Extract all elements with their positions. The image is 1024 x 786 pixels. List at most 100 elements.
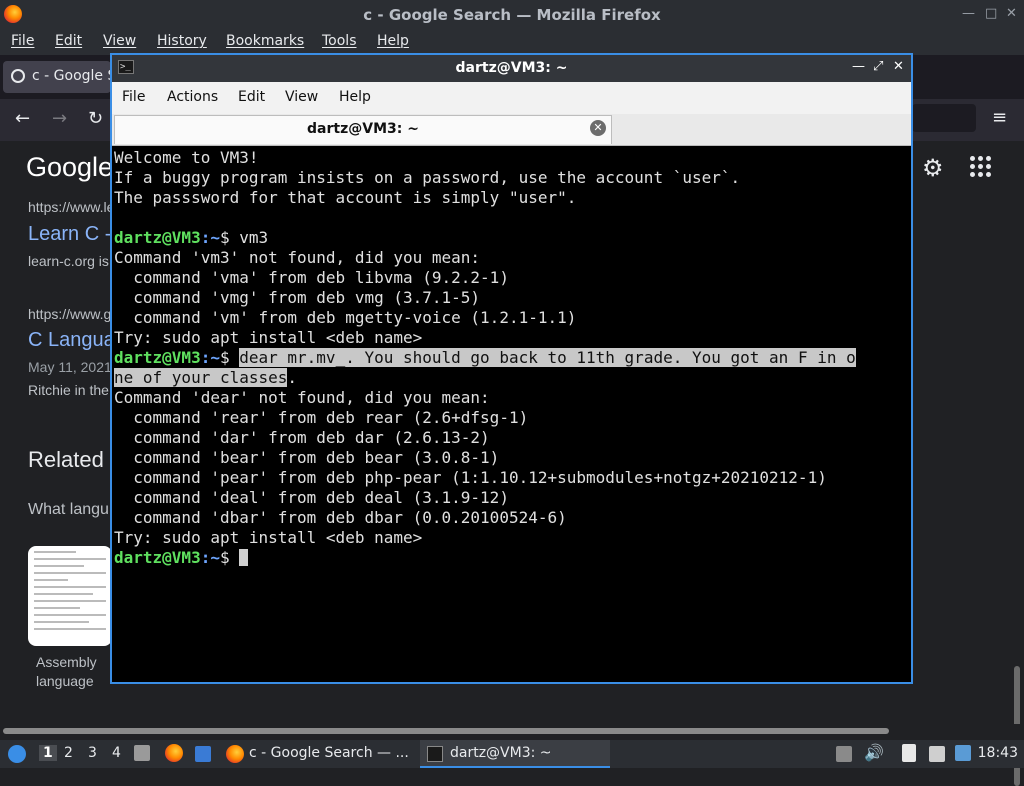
taskbar-terminal-button[interactable]: dartz@VM3: ~ <box>420 740 610 768</box>
settings-gear-icon[interactable]: ⚙ <box>922 154 944 182</box>
assembly-thumbnail-image[interactable] <box>28 546 112 646</box>
menu-view[interactable]: View <box>103 33 136 49</box>
related-question[interactable]: What langu <box>28 501 109 519</box>
menu-history[interactable]: History <box>157 33 207 49</box>
close-icon[interactable]: ✕ <box>893 59 904 74</box>
browser-tab-title: c - Google S <box>32 68 117 84</box>
minimize-icon[interactable]: — <box>962 6 975 21</box>
terminal-tab[interactable]: dartz@VM3: ~ ✕ <box>114 115 612 144</box>
start-menu-icon[interactable] <box>8 745 26 763</box>
workspace-2[interactable]: 2 <box>64 745 73 761</box>
maximize-icon[interactable]: □ <box>985 6 997 21</box>
terminal-prompt-line: dartz@VM3:~$ dear mr.mv_. You should go … <box>114 348 909 368</box>
apps-grid-icon[interactable] <box>970 156 992 178</box>
menu-tools[interactable]: Tools <box>322 33 357 49</box>
terminal-icon <box>427 746 443 762</box>
terminal-tabbar: dartz@VM3: ~ ✕ <box>112 114 911 146</box>
terminal-titlebar[interactable]: >_ dartz@VM3: ~ — ⤢ ✕ <box>112 55 911 82</box>
terminal-output[interactable]: Welcome to VM3! If a buggy program insis… <box>114 148 909 682</box>
term-menu-edit[interactable]: Edit <box>238 89 265 105</box>
taskbar-firefox-button[interactable]: c - Google Search — ... <box>222 740 412 768</box>
menu-edit[interactable]: Edit <box>55 33 82 49</box>
browser-tab[interactable]: c - Google S <box>3 61 116 93</box>
command-text: . <box>287 368 298 387</box>
term-menu-help[interactable]: Help <box>339 89 371 105</box>
text-cursor <box>239 549 249 566</box>
result-snippet: Ritchie in the <box>28 382 109 398</box>
page-horizontal-scrollbar[interactable] <box>0 724 1024 740</box>
result-url: https://www.g <box>28 306 112 322</box>
terminal-window[interactable]: >_ dartz@VM3: ~ — ⤢ ✕ File Actions Edit … <box>110 53 913 684</box>
prompt-path: :~ <box>200 228 220 247</box>
reload-icon[interactable]: ↻ <box>88 108 103 129</box>
prompt-user: dartz@VM3 <box>114 228 201 247</box>
scrollbar-thumb[interactable] <box>3 728 889 734</box>
selected-command-text[interactable]: ne of your classes <box>114 368 288 387</box>
google-logo: Google <box>26 152 114 182</box>
terminal-line: command 'bear' from deb bear (3.0.8-1) <box>114 448 500 467</box>
menu-bookmarks[interactable]: Bookmarks <box>226 33 304 49</box>
result-date: May 11, 2021 <box>28 359 112 375</box>
back-icon[interactable]: ← <box>15 108 30 129</box>
file-manager-icon[interactable] <box>134 745 150 761</box>
selected-command-text[interactable]: dear mr.mv_. You should go back to 11th … <box>239 348 856 367</box>
prompt-path: :~ <box>200 548 220 567</box>
minimize-icon[interactable]: — <box>852 59 865 74</box>
prompt-sign: $ <box>219 228 240 247</box>
network-icon[interactable] <box>929 746 945 762</box>
result-title-link[interactable]: C Langua <box>28 329 115 352</box>
terminal-prompt-line: dartz@VM3:~$ <box>114 548 909 568</box>
close-icon[interactable]: ✕ <box>1006 6 1017 21</box>
related-heading: Related <box>28 447 104 472</box>
result-snippet: learn-c.org is <box>28 253 109 269</box>
firefox-launcher-icon[interactable] <box>165 744 183 762</box>
result-title-link[interactable]: Learn C - <box>28 223 111 246</box>
maximize-icon[interactable]: ⤢ <box>873 59 883 74</box>
firefox-icon <box>226 745 244 763</box>
term-menu-view[interactable]: View <box>285 89 318 105</box>
close-tab-icon[interactable]: ✕ <box>590 120 606 136</box>
workspace-4[interactable]: 4 <box>112 745 121 761</box>
clock: 18:43 <box>977 745 1018 761</box>
prompt-user: dartz@VM3 <box>114 548 201 567</box>
tray-upload-icon[interactable] <box>836 746 852 762</box>
result-url: https://www.le <box>28 199 115 215</box>
thumbnail-caption-line1: Assembly <box>36 654 97 670</box>
firefox-menubar: File Edit View History Bookmarks Tools H… <box>0 29 1024 55</box>
menu-file[interactable]: File <box>11 33 34 49</box>
terminal-line: Command 'vm3' not found, did you mean: <box>114 248 481 267</box>
menu-help[interactable]: Help <box>377 33 409 49</box>
terminal-line: If a buggy program insists on a password… <box>114 168 741 187</box>
forward-icon[interactable]: → <box>52 108 67 129</box>
google-favicon-icon <box>11 69 25 83</box>
terminal-line: Try: sudo apt install <deb name> <box>114 328 423 347</box>
terminal-line: command 'dbar' from deb dbar (0.0.201005… <box>114 508 567 527</box>
workspace-1[interactable]: 1 <box>39 745 57 761</box>
app-menu-icon[interactable]: ≡ <box>992 107 1007 128</box>
terminal-line: ne of your classes. <box>114 368 909 388</box>
terminal-line: command 'rear' from deb rear (2.6+dfsg-1… <box>114 408 529 427</box>
terminal-tab-title: dartz@VM3: ~ <box>307 121 419 137</box>
terminal-line: command 'vm' from deb mgetty-voice (1.2.… <box>114 308 577 327</box>
terminal-line: Try: sudo apt install <deb name> <box>114 528 423 547</box>
taskbar-firefox-label: c - Google Search — ... <box>249 745 409 761</box>
notification-icon[interactable] <box>955 745 971 761</box>
term-menu-file[interactable]: File <box>122 89 145 105</box>
terminal-line: command 'deal' from deb deal (3.1.9-12) <box>114 488 509 507</box>
prompt-sign: $ <box>219 548 240 567</box>
term-menu-actions[interactable]: Actions <box>167 89 218 105</box>
terminal-line: The passsword for that account is simply… <box>114 188 577 207</box>
url-bar[interactable] <box>912 104 976 132</box>
taskbar: 1 2 3 4 c - Google Search — ... dartz@VM… <box>0 740 1024 768</box>
terminal-menubar: File Actions Edit View Help <box>112 82 911 114</box>
terminal-line: command 'dar' from deb dar (2.6.13-2) <box>114 428 490 447</box>
clipboard-icon[interactable] <box>902 744 916 762</box>
terminal-line: Command 'dear' not found, did you mean: <box>114 388 490 407</box>
desktop-icon[interactable] <box>195 746 211 762</box>
volume-icon[interactable]: 🔊 <box>864 743 884 762</box>
thumbnail-caption-line2: language <box>36 673 94 689</box>
workspace-3[interactable]: 3 <box>88 745 97 761</box>
prompt-path: :~ <box>200 348 220 367</box>
firefox-titlebar: c - Google Search — Mozilla Firefox — □ … <box>0 0 1024 29</box>
